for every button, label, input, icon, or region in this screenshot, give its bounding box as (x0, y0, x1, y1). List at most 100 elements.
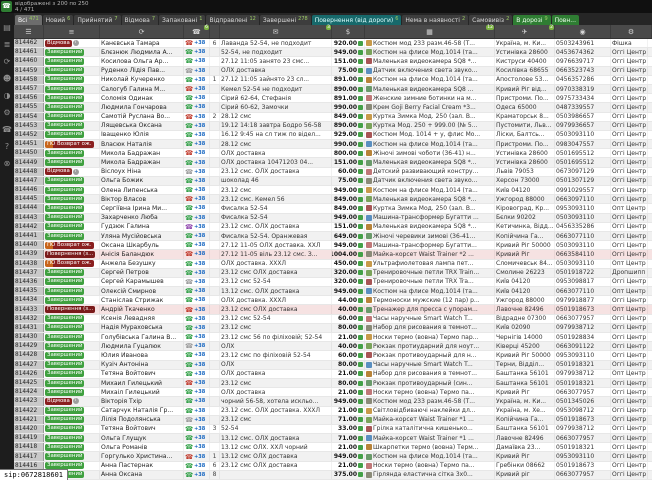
table-row[interactable]: 814453ЗавершенийЛящевська Оксана☎+3819.1… (14, 122, 652, 131)
phone-icon[interactable]: ☎ (185, 333, 193, 341)
phone-icon[interactable]: ☎ (185, 250, 193, 258)
status-badge[interactable]: Завершений (45, 269, 84, 276)
tab-Самовивіз[interactable]: Самовивіз2 (469, 15, 512, 25)
status-badge[interactable]: Завершений (45, 361, 84, 368)
column-header-tel[interactable]: ◉ (555, 25, 611, 38)
phone-icon[interactable]: ☎ (185, 342, 193, 350)
tab-Прийнятий[interactable]: Прийнятий7 (74, 15, 120, 25)
phone-icon[interactable]: ☎ (185, 94, 193, 102)
phone-icon[interactable]: ☎ (185, 278, 193, 286)
logout-icon[interactable]: ⊗ (0, 155, 14, 172)
status-badge[interactable]: Завершений (45, 334, 84, 341)
phone-icon[interactable]: ☎ (185, 214, 193, 222)
orders-icon[interactable]: ≣ (0, 36, 14, 53)
tab-Запаковані[interactable]: Запаковані1 (159, 15, 205, 25)
phone-icon[interactable]: ☎ (185, 76, 193, 84)
phone-icon[interactable]: ☎ (185, 241, 193, 249)
phone-icon[interactable]: ☎ (185, 39, 193, 47)
phone-icon[interactable]: ☎ (185, 103, 193, 111)
status-badge[interactable]: Завершений (45, 49, 84, 56)
phone-icon[interactable]: ☎ (185, 48, 193, 56)
table-row[interactable]: 814452ЗавершенийІващенко Юлія☎+3816.12 9… (14, 131, 652, 140)
status-badge[interactable]: Завершений (45, 177, 84, 184)
table-row[interactable]: 814423ВідмоваiВікторія Тхір☎+38чорний 56… (14, 397, 652, 406)
table-row[interactable]: 814437ЗавершенийСергей Петров☎+3823.12 с… (14, 269, 652, 278)
contacts-icon[interactable]: ☻ (0, 70, 14, 87)
phone-icon[interactable]: ☎ (185, 351, 193, 359)
status-badge[interactable]: Повернення (з... (45, 306, 95, 313)
table-row[interactable]: 814447ЗавершенийОльга Божик☎+38шоколад 4… (14, 177, 652, 186)
table-row[interactable]: 814420ЗавершенийТетяна Войтович☎+38352-5… (14, 425, 652, 434)
status-badge[interactable]: Завершений (45, 435, 84, 442)
phone-icon[interactable]: ☎ (185, 315, 193, 323)
status-badge[interactable]: Завершений (45, 95, 84, 102)
phone-icon[interactable]: ☎ (185, 85, 193, 93)
status-badge[interactable]: Завершений (45, 67, 84, 74)
table-row[interactable]: 814440ПО Возврат ож.Оксана Шкарбуль☎+382… (14, 241, 652, 250)
status-badge[interactable]: Повернення (з... (45, 251, 95, 258)
column-header-phone[interactable]: ☎6 (184, 25, 210, 38)
status-badge[interactable]: Відмова (45, 398, 72, 405)
status-badge[interactable]: Завершений (45, 196, 84, 203)
column-header-prod[interactable]: ▦12 (365, 25, 495, 38)
table-row[interactable]: 814427ЗавершенийКузіч Антоніна☎+38ОЛХ80.… (14, 361, 652, 370)
status-badge[interactable]: Завершений (45, 159, 84, 166)
phone-icon[interactable]: ☎ (185, 131, 193, 139)
status-badge[interactable]: Завершений (45, 278, 84, 285)
phone-icon[interactable]: ☎ (185, 361, 193, 369)
phone-icon[interactable]: ☎ (185, 416, 193, 424)
table-row[interactable]: 814433Повернення (з...Андрій Ткаченко☎+3… (14, 305, 652, 314)
status-badge[interactable]: Завершений (45, 389, 84, 396)
table-row[interactable]: 814415ЗавершенийАнна Оксана☎+388375.00Гі… (14, 471, 652, 480)
table-row[interactable]: 814459ЗавершенийРуденко Лідія Пав...☎+38… (14, 67, 652, 76)
tab-В дорозі[interactable]: В дорозі9 (513, 15, 550, 25)
status-badge[interactable]: ПО Возврат ож. (45, 141, 94, 148)
status-badge[interactable]: ПО Возврат ож. (45, 260, 94, 267)
phone-icon[interactable]: ☎ (185, 287, 193, 295)
phone-icon[interactable]: ☎ (185, 232, 193, 240)
status-badge[interactable]: Завершений (45, 76, 84, 83)
settings-icon[interactable]: ⚙ (0, 104, 14, 121)
table-row[interactable]: 814419ЗавершенийОльга Глущук☎+3813.12 см… (14, 434, 652, 443)
status-badge[interactable]: Завершений (45, 444, 84, 451)
phone-icon[interactable]: ☎ (185, 379, 193, 387)
table-row[interactable]: 814445ЗавершенийВіктор Власов☎+3823.12 с… (14, 195, 652, 204)
status-badge[interactable]: Завершений (45, 223, 84, 230)
column-header-agent[interactable]: ⚙ (611, 25, 652, 38)
table-row[interactable]: 814436ЗавершенийСергей Карамышев☎+3823.1… (14, 278, 652, 287)
table-row[interactable]: 814421ЗавершенийЛілія Подолянська☎+3823.… (14, 416, 652, 425)
status-badge[interactable]: Завершений (45, 113, 84, 120)
status-badge[interactable]: Відмова (45, 168, 72, 175)
column-header-num[interactable] (210, 25, 220, 38)
status-badge[interactable]: Завершений (45, 425, 84, 432)
table-row[interactable]: 814455ЗавершенийЛюдмила Гончарова☎+38Сір… (14, 103, 652, 112)
table-row[interactable]: 814429ЗавершенийЛюдмила Гуцалюк☎+38ОЛХ40… (14, 342, 652, 351)
table-row[interactable]: 814425ЗавершенийМихаил Гилецький☎+3823.1… (14, 379, 652, 388)
table-row[interactable]: 814424ЗавершенийМихаіл Гилецький☎+38ОЛХ … (14, 388, 652, 397)
phone-icon[interactable]: ☎ (185, 407, 193, 415)
tab-Відмова[interactable]: Відмова7 (122, 15, 159, 25)
status-badge[interactable]: Завершений (45, 86, 84, 93)
column-header-desc[interactable]: ✉3 (220, 25, 332, 38)
tab-Новий[interactable]: Новий6 (43, 15, 74, 25)
status-badge[interactable]: Завершений (45, 214, 84, 221)
status-badge[interactable]: Завершений (45, 352, 84, 359)
dashboard-icon[interactable]: ▤ (0, 19, 14, 36)
status-badge[interactable]: Завершений (45, 343, 84, 350)
phone-icon[interactable]: ☎ (185, 269, 193, 277)
status-badge[interactable]: Завершений (45, 324, 84, 331)
status-badge[interactable]: Завершений (45, 205, 84, 212)
phone-icon[interactable]: ☎ (185, 388, 193, 396)
status-badge[interactable]: Завершений (45, 370, 84, 377)
phone-icon[interactable]: ☎ (185, 296, 193, 304)
phone-icon[interactable]: ☎ (185, 195, 193, 203)
table-row[interactable]: 814442ЗавершенийГудзюк Галина☎+3823.12 с… (14, 223, 652, 232)
status-badge[interactable]: Завершений (45, 233, 84, 240)
table-row[interactable]: 814451ПО Возврат ож.Власюк Наталія☎+3828… (14, 140, 652, 149)
info-icon[interactable]: i (73, 398, 79, 404)
phone-icon[interactable]: ☎ (0, 121, 14, 138)
info-icon[interactable]: i (73, 169, 79, 175)
tab-Повернення (від дороги)[interactable]: Повернення (від дороги)6 (312, 15, 402, 25)
status-badge[interactable]: Завершений (45, 416, 84, 423)
status-badge[interactable]: Завершений (45, 58, 84, 65)
